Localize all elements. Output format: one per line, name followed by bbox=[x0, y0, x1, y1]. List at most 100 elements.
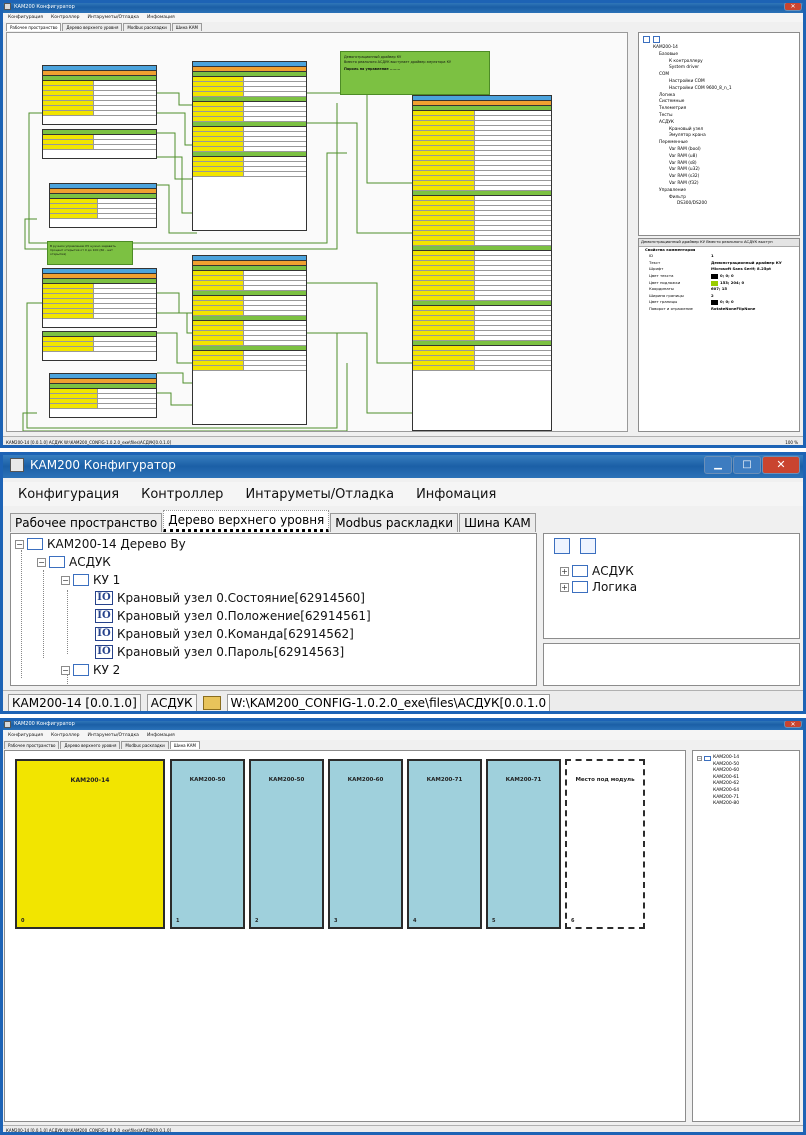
tab-top-level-tree[interactable]: Дерево верхнего уровня bbox=[60, 741, 121, 749]
tree-item[interactable]: Var RAM (u32) bbox=[643, 167, 795, 174]
right-tree-node-logic[interactable]: + Логика bbox=[560, 580, 637, 594]
right-tree-node-asduk[interactable]: + АСДУК bbox=[560, 564, 634, 578]
tree-leaf[interactable]: IO Крановый узел 0.Положение[62914561] bbox=[95, 608, 371, 624]
menu-tools-debug[interactable]: Интаруметы/Отладка bbox=[88, 15, 139, 20]
expand-icon[interactable]: + bbox=[560, 566, 569, 576]
ds300-block[interactable] bbox=[412, 95, 552, 431]
empty-module-slot[interactable]: Место под модуль 6 bbox=[565, 759, 645, 929]
tree-leaf[interactable]: IO Крановый узел 0.Пароль[62914563] bbox=[95, 644, 344, 660]
tree-item[interactable]: КАМ200-80 bbox=[697, 801, 795, 808]
manual-control-note[interactable]: В ручном управлении КУ нужно задавать пр… bbox=[47, 241, 133, 265]
menu-info[interactable]: Инфомация bbox=[416, 487, 496, 502]
collapse-icon[interactable]: − bbox=[37, 557, 46, 567]
tab-top-level-tree[interactable]: Дерево верхнего уровня bbox=[163, 510, 330, 532]
emulator-block-0[interactable] bbox=[42, 65, 157, 125]
module-slot-5[interactable]: КАМ200-71 5 bbox=[486, 759, 561, 929]
state-block-1[interactable] bbox=[42, 331, 157, 361]
tab-workspace[interactable]: Рабочее пространство bbox=[6, 23, 62, 31]
crane-node-block-1[interactable] bbox=[192, 255, 307, 425]
module-slot-1[interactable]: КАМ200-50 1 bbox=[170, 759, 245, 929]
property-row[interactable]: Цвет подложки 153; 204; 0 bbox=[639, 280, 799, 287]
driver-comment-note[interactable]: Демонстрационный драйвер КУ Вместо реаль… bbox=[340, 51, 490, 95]
tree-item[interactable]: Var RAM (s8) bbox=[643, 161, 795, 168]
tree-leaf[interactable]: IO Крановый узел 0.Состояние[62914560] bbox=[95, 590, 365, 606]
tree-item[interactable]: КАМ200-71 bbox=[697, 795, 795, 802]
tab-modbus-layouts[interactable]: Modbus раскладки bbox=[330, 513, 459, 532]
list-view-icon[interactable] bbox=[580, 538, 596, 554]
tab-kam-bus[interactable]: Шина КАМ bbox=[459, 513, 536, 532]
list-view-icon[interactable] bbox=[653, 36, 660, 43]
menu-configuration[interactable]: Конфигурация bbox=[8, 15, 43, 20]
menu-controller[interactable]: Контроллер bbox=[141, 487, 223, 502]
property-row[interactable]: Ширина границы 2 bbox=[639, 293, 799, 300]
crane-node-block-0[interactable] bbox=[192, 61, 307, 231]
tab-modbus-layouts[interactable]: Modbus раскладки bbox=[121, 741, 169, 749]
property-row[interactable]: Поворот и отражение RotateNoneFlipNone bbox=[639, 306, 799, 313]
tree-node-asduk[interactable]: − АСДУК bbox=[37, 554, 111, 570]
tree-item[interactable]: КАМ200-61 bbox=[697, 775, 795, 782]
tree-item[interactable]: К контроллеру bbox=[643, 59, 795, 66]
property-row[interactable]: Текст Демонстрационный драйвер КУ bbox=[639, 260, 799, 267]
module-slot-3[interactable]: КАМ200-60 3 bbox=[328, 759, 403, 929]
tree-item[interactable]: Настройки COM 9600_8_n_1 bbox=[643, 86, 795, 93]
tree-item[interactable]: Var RAM (s32) bbox=[643, 174, 795, 181]
tree-item[interactable]: Var RAM (f32) bbox=[643, 181, 795, 188]
tab-kam-bus[interactable]: Шина КАМ bbox=[169, 741, 200, 749]
tree-item[interactable]: Управление bbox=[643, 188, 795, 195]
module-slot-2[interactable]: КАМ200-50 2 bbox=[249, 759, 324, 929]
close-button[interactable]: ✕ bbox=[784, 2, 802, 11]
read-block-0[interactable] bbox=[49, 183, 157, 228]
menu-controller[interactable]: Контроллер bbox=[51, 733, 80, 738]
tree-view-icon[interactable] bbox=[643, 36, 650, 43]
tree-item[interactable]: − КАМ200-14 bbox=[697, 755, 795, 762]
tree-item[interactable]: Крановый узел bbox=[643, 127, 795, 134]
tab-workspace[interactable]: Рабочее пространство bbox=[10, 513, 163, 532]
emulator-block-1[interactable] bbox=[42, 268, 157, 328]
tab-modbus-layouts[interactable]: Modbus раскладки bbox=[123, 23, 171, 31]
tree-item[interactable]: DS300/DS200 bbox=[643, 201, 795, 208]
property-row[interactable]: ID 1 bbox=[639, 253, 799, 260]
tab-kam-bus[interactable]: Шина КАМ bbox=[171, 23, 202, 31]
tree-node-ku2[interactable]: − КУ 2 bbox=[61, 662, 120, 678]
tree-item[interactable]: Фильтр bbox=[643, 195, 795, 202]
tree-item[interactable]: АСДУК bbox=[643, 120, 795, 127]
tree-item[interactable]: КАМ200-14 bbox=[643, 45, 795, 52]
tree-node-root[interactable]: − КАМ200-14 Дерево Ву bbox=[15, 536, 186, 552]
tree-item[interactable]: Тесты bbox=[643, 113, 795, 120]
menu-info[interactable]: Инфомация bbox=[147, 733, 175, 738]
tree-item[interactable]: COM bbox=[643, 72, 795, 79]
tree-item[interactable]: КАМ200-60 bbox=[697, 768, 795, 775]
tab-workspace[interactable]: Рабочее пространство bbox=[4, 741, 60, 749]
workspace-canvas[interactable]: Демонстрационный драйвер КУ Вместо реаль… bbox=[6, 32, 628, 432]
tree-item[interactable]: Настройки COM bbox=[643, 79, 795, 86]
module-slot-4[interactable]: КАМ200-71 4 bbox=[407, 759, 482, 929]
menu-tools-debug[interactable]: Интаруметы/Отладка bbox=[245, 487, 394, 502]
tree-view-icon[interactable] bbox=[554, 538, 570, 554]
module-slot-0[interactable]: КАМ200-14 0 bbox=[15, 759, 165, 929]
menu-configuration[interactable]: Конфигурация bbox=[18, 487, 119, 502]
collapse-icon[interactable]: − bbox=[61, 665, 70, 675]
folder-icon[interactable] bbox=[202, 695, 221, 710]
tree-item[interactable]: Переменные bbox=[643, 140, 795, 147]
expand-icon[interactable]: + bbox=[560, 582, 569, 592]
read-block-1[interactable] bbox=[49, 373, 157, 418]
tab-top-level-tree[interactable]: Дерево верхнего уровня bbox=[62, 23, 123, 31]
tree-item[interactable]: Var RAM (bool) bbox=[643, 147, 795, 154]
tree-item[interactable]: КАМ200-50 bbox=[697, 762, 795, 769]
property-row[interactable]: Координаты 607; 15 bbox=[639, 286, 799, 293]
tree-node-ku1[interactable]: − КУ 1 bbox=[61, 572, 120, 588]
tree-item[interactable]: Var RAM (u8) bbox=[643, 154, 795, 161]
close-button[interactable]: ✕ bbox=[762, 456, 800, 474]
menu-info[interactable]: Инфомация bbox=[147, 15, 175, 20]
state-block-0[interactable] bbox=[42, 129, 157, 159]
tree-item[interactable]: КАМ200-62 bbox=[697, 781, 795, 788]
menu-controller[interactable]: Контроллер bbox=[51, 15, 80, 20]
property-row[interactable]: Шрифт Microsoft Sans Serif; 8.25pt bbox=[639, 266, 799, 273]
tree-item[interactable]: Телеметрия bbox=[643, 106, 795, 113]
menu-tools-debug[interactable]: Интаруметы/Отладка bbox=[88, 733, 139, 738]
close-button[interactable]: ✕ bbox=[784, 720, 802, 728]
collapse-icon[interactable]: − bbox=[61, 575, 70, 585]
tree-item[interactable]: Базовые bbox=[643, 52, 795, 59]
property-row[interactable]: Цвет границы 0; 0; 0 bbox=[639, 299, 799, 306]
tree-item[interactable]: КАМ200-64 bbox=[697, 788, 795, 795]
